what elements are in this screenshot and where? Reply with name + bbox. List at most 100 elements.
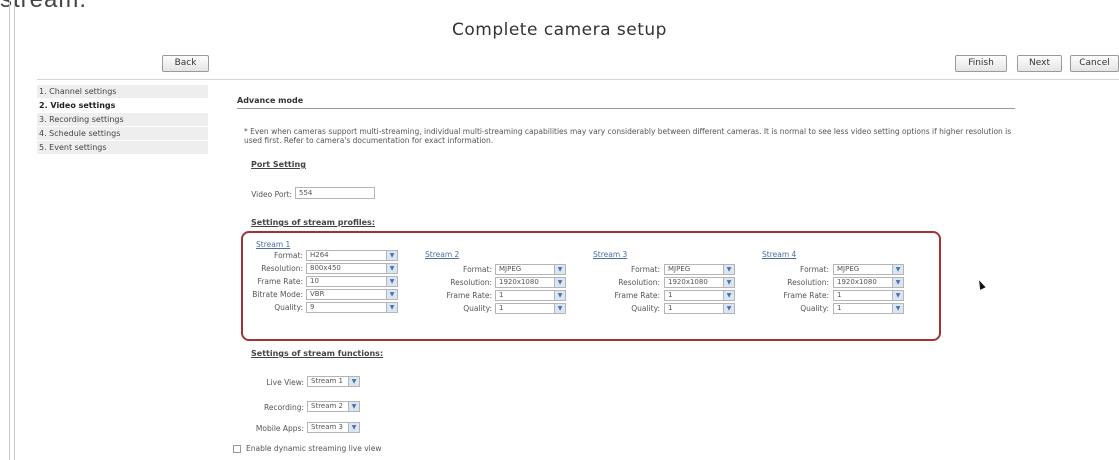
chevron-down-icon[interactable]: ▼: [723, 278, 734, 287]
stream-2-format-select[interactable]: MJPEG ▼: [495, 264, 566, 275]
stream-functions-heading: Settings of stream functions:: [251, 349, 384, 358]
live-view-label: Live View:: [266, 378, 304, 387]
stream-1-frame-rate-label: Frame Rate:: [257, 277, 303, 286]
stream-2-quality-select[interactable]: 1 ▼: [495, 303, 566, 314]
multistream-note: * Even when cameras support multi-stream…: [244, 127, 1012, 145]
chevron-down-icon[interactable]: ▼: [892, 278, 903, 287]
stream-profiles-heading: Settings of stream profiles:: [251, 218, 376, 227]
video-port-input[interactable]: 554: [295, 187, 375, 199]
chevron-down-icon[interactable]: ▼: [892, 265, 903, 274]
chevron-down-icon[interactable]: ▼: [554, 278, 565, 287]
stream-4-frame-rate-select[interactable]: 1 ▼: [833, 290, 904, 301]
stream-4-format-label: Format:: [800, 265, 829, 274]
advance-mode-divider: [237, 108, 1015, 109]
stream-4-frame-rate-label: Frame Rate:: [783, 291, 829, 300]
stream-1-quality-label: Quality:: [274, 303, 303, 312]
stream-3-quality-value: 1: [668, 304, 673, 312]
stream-1-frame-rate-value: 10: [310, 277, 319, 285]
chevron-down-icon[interactable]: ▼: [386, 303, 397, 312]
step-recording-settings[interactable]: 3. Recording settings: [37, 113, 208, 127]
page-title: Complete camera setup: [452, 20, 667, 40]
stream-1-format-label: Format:: [274, 251, 303, 260]
stream-4-resolution-value: 1920x1080: [837, 278, 877, 286]
chevron-down-icon[interactable]: ▼: [892, 291, 903, 300]
stream-3-title: Stream 3: [593, 250, 628, 259]
stream-4-format-select[interactable]: MJPEG ▼: [833, 264, 904, 275]
stream-4-resolution-select[interactable]: 1920x1080 ▼: [833, 277, 904, 288]
dynamic-streaming-checkbox[interactable]: [233, 445, 241, 453]
port-setting-heading: Port Setting: [251, 160, 306, 169]
dynamic-streaming-label: Enable dynamic streaming live view: [246, 444, 382, 453]
header-divider: [37, 79, 1119, 80]
stream-3-frame-rate-select[interactable]: 1 ▼: [664, 290, 735, 301]
stream-2-resolution-value: 1920x1080: [499, 278, 539, 286]
window-edge-left-inner: [14, 0, 15, 460]
stream-2-frame-rate-label: Frame Rate:: [446, 291, 492, 300]
cancel-button[interactable]: Cancel: [1070, 55, 1119, 72]
stream-3-format-value: MJPEG: [668, 265, 691, 273]
chevron-down-icon[interactable]: ▼: [386, 264, 397, 273]
stream-3-format-select[interactable]: MJPEG ▼: [664, 264, 735, 275]
chevron-down-icon[interactable]: ▼: [386, 290, 397, 299]
chevron-down-icon[interactable]: ▼: [554, 265, 565, 274]
chevron-down-icon[interactable]: ▼: [554, 304, 565, 313]
recording-label: Recording:: [263, 403, 304, 412]
recording-select[interactable]: Stream 2 ▼: [307, 401, 360, 412]
step-channel-settings[interactable]: 1. Channel settings: [37, 85, 208, 99]
stream-4-frame-rate-value: 1: [837, 291, 842, 299]
chevron-down-icon[interactable]: ▼: [348, 402, 359, 411]
stream-1-quality-select[interactable]: 9 ▼: [306, 302, 398, 313]
stream-1-format-value: H264: [310, 251, 329, 259]
advance-mode-heading: Advance mode: [237, 96, 304, 105]
stream-2-resolution-select[interactable]: 1920x1080 ▼: [495, 277, 566, 288]
stream-3-frame-rate-label: Frame Rate:: [614, 291, 660, 300]
stream-2-title: Stream 2: [425, 250, 460, 259]
stream-3-resolution-label: Resolution:: [618, 278, 660, 287]
chevron-down-icon[interactable]: ▼: [723, 265, 734, 274]
mobile-apps-label: Mobile Apps:: [255, 424, 304, 433]
step-video-settings[interactable]: 2. Video settings: [37, 99, 208, 113]
stream-3-quality-select[interactable]: 1 ▼: [664, 303, 735, 314]
stream-3-resolution-select[interactable]: 1920x1080 ▼: [664, 277, 735, 288]
stream-4-resolution-label: Resolution:: [787, 278, 829, 287]
recording-value: Stream 2: [311, 402, 344, 410]
stream-2-frame-rate-select[interactable]: 1 ▼: [495, 290, 566, 301]
stream-1-bitrate-select[interactable]: VBR ▼: [306, 289, 398, 300]
finish-button[interactable]: Finish: [955, 55, 1007, 72]
chevron-down-icon[interactable]: ▼: [386, 277, 397, 286]
video-port-label: Video Port:: [251, 190, 292, 199]
window-edge-left: [9, 0, 10, 460]
stream-1-format-select[interactable]: H264 ▼: [306, 250, 398, 261]
chevron-down-icon[interactable]: ▼: [723, 291, 734, 300]
stream-3-frame-rate-value: 1: [668, 291, 673, 299]
next-button[interactable]: Next: [1017, 55, 1062, 72]
stream-2-resolution-label: Resolution:: [450, 278, 492, 287]
stream-3-format-label: Format:: [631, 265, 660, 274]
live-view-select[interactable]: Stream 1 ▼: [307, 376, 360, 387]
stream-4-quality-value: 1: [837, 304, 842, 312]
chevron-down-icon[interactable]: ▼: [348, 377, 359, 386]
stream-2-quality-value: 1: [499, 304, 504, 312]
stream-1-title: Stream 1: [256, 240, 291, 249]
stream-3-quality-label: Quality:: [631, 304, 660, 313]
stream-2-format-value: MJPEG: [499, 265, 522, 273]
live-view-value: Stream 1: [311, 377, 344, 385]
step-schedule-settings[interactable]: 4. Schedule settings: [37, 127, 208, 141]
mobile-apps-select[interactable]: Stream 3 ▼: [307, 422, 360, 433]
mouse-pointer-icon: [976, 279, 986, 290]
stream-1-frame-rate-select[interactable]: 10 ▼: [306, 276, 398, 287]
stream-1-quality-value: 9: [310, 303, 315, 311]
stream-3-resolution-value: 1920x1080: [668, 278, 708, 286]
stream-4-quality-select[interactable]: 1 ▼: [833, 303, 904, 314]
chevron-down-icon[interactable]: ▼: [723, 304, 734, 313]
chevron-down-icon[interactable]: ▼: [348, 423, 359, 432]
chevron-down-icon[interactable]: ▼: [386, 251, 397, 260]
step-event-settings[interactable]: 5. Event settings: [37, 141, 208, 155]
stream-4-title: Stream 4: [762, 250, 797, 259]
stream-1-resolution-select[interactable]: 800x450 ▼: [306, 263, 398, 274]
stream-1-bitrate-value: VBR: [310, 290, 325, 298]
wizard-steps: 1. Channel settings 2. Video settings 3.…: [37, 85, 208, 155]
back-button[interactable]: Back: [162, 55, 209, 72]
chevron-down-icon[interactable]: ▼: [892, 304, 903, 313]
chevron-down-icon[interactable]: ▼: [554, 291, 565, 300]
